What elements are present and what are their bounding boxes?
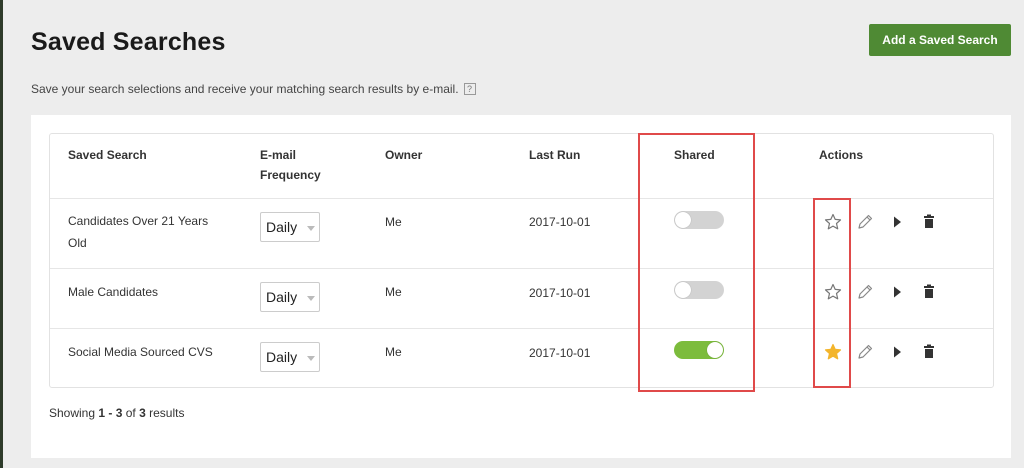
star-column-highlight <box>813 198 851 388</box>
row-1-frequency-select[interactable]: Daily <box>260 212 320 242</box>
page-title: Saved Searches <box>31 28 226 56</box>
row-3-frequency-select[interactable]: Daily <box>260 342 320 372</box>
results-summary: Showing 1 - 3 of 3 results <box>49 406 184 420</box>
pencil-icon[interactable] <box>856 343 874 361</box>
row-1-name-line-2: Old <box>68 236 87 250</box>
row-1-owner: Me <box>385 215 402 229</box>
row-2-last-run: 2017-10-01 <box>529 286 591 300</box>
header-email-frequency: E-mail Frequency <box>260 145 321 185</box>
row-2-frequency-select[interactable]: Daily <box>260 282 320 312</box>
chevron-down-icon <box>307 296 315 301</box>
trash-icon[interactable] <box>920 283 938 301</box>
results-suffix: results <box>145 406 185 420</box>
header-email-frequency-line-1: E-mail <box>260 148 297 162</box>
chevron-down-icon <box>307 226 315 231</box>
row-divider <box>50 328 993 329</box>
row-divider <box>50 268 993 269</box>
row-1-name-line-1: Candidates Over 21 Years <box>68 214 209 228</box>
row-1-name[interactable]: Candidates Over 21 Years Old <box>68 210 228 254</box>
row-3-last-run: 2017-10-01 <box>529 346 591 360</box>
page-subtitle: Save your search selections and receive … <box>31 82 476 96</box>
row-3-owner: Me <box>385 345 402 359</box>
row-divider <box>50 198 993 199</box>
pencil-icon[interactable] <box>856 213 874 231</box>
row-1-last-run: 2017-10-01 <box>529 215 591 229</box>
header-owner: Owner <box>385 148 423 162</box>
header-actions: Actions <box>819 148 864 162</box>
shared-column-highlight <box>638 133 755 392</box>
header-last-run: Last Run <box>529 148 581 162</box>
header-saved-search: Saved Search <box>68 148 147 162</box>
subtitle-text: Save your search selections and receive … <box>31 82 459 96</box>
results-total: 3 <box>139 406 146 420</box>
row-2-name[interactable]: Male Candidates <box>68 281 228 303</box>
help-icon[interactable]: ? <box>463 83 476 95</box>
chevron-down-icon <box>307 356 315 361</box>
saved-searches-panel: Saved Search E-mail Frequency Owner Last… <box>31 115 1011 458</box>
play-icon[interactable] <box>888 213 906 231</box>
results-sep: - <box>105 406 116 420</box>
trash-icon[interactable] <box>920 343 938 361</box>
results-prefix: Showing <box>49 406 99 420</box>
row-2-frequency-value: Daily <box>266 289 298 305</box>
results-of: of <box>122 406 140 420</box>
row-3-name-line-1: Social Media Sourced CVS <box>68 345 213 359</box>
row-2-owner: Me <box>385 285 402 299</box>
header-email-frequency-line-2: Frequency <box>260 168 321 182</box>
play-icon[interactable] <box>888 343 906 361</box>
row-1-frequency-value: Daily <box>266 219 298 235</box>
play-icon[interactable] <box>888 283 906 301</box>
window-left-edge <box>0 0 3 468</box>
saved-searches-table: Saved Search E-mail Frequency Owner Last… <box>49 133 994 388</box>
pencil-icon[interactable] <box>856 283 874 301</box>
row-3-name[interactable]: Social Media Sourced CVS <box>68 341 238 363</box>
row-3-frequency-value: Daily <box>266 349 298 365</box>
add-saved-search-button[interactable]: Add a Saved Search <box>869 24 1011 56</box>
trash-icon[interactable] <box>920 213 938 231</box>
row-2-name-line-1: Male Candidates <box>68 285 159 299</box>
